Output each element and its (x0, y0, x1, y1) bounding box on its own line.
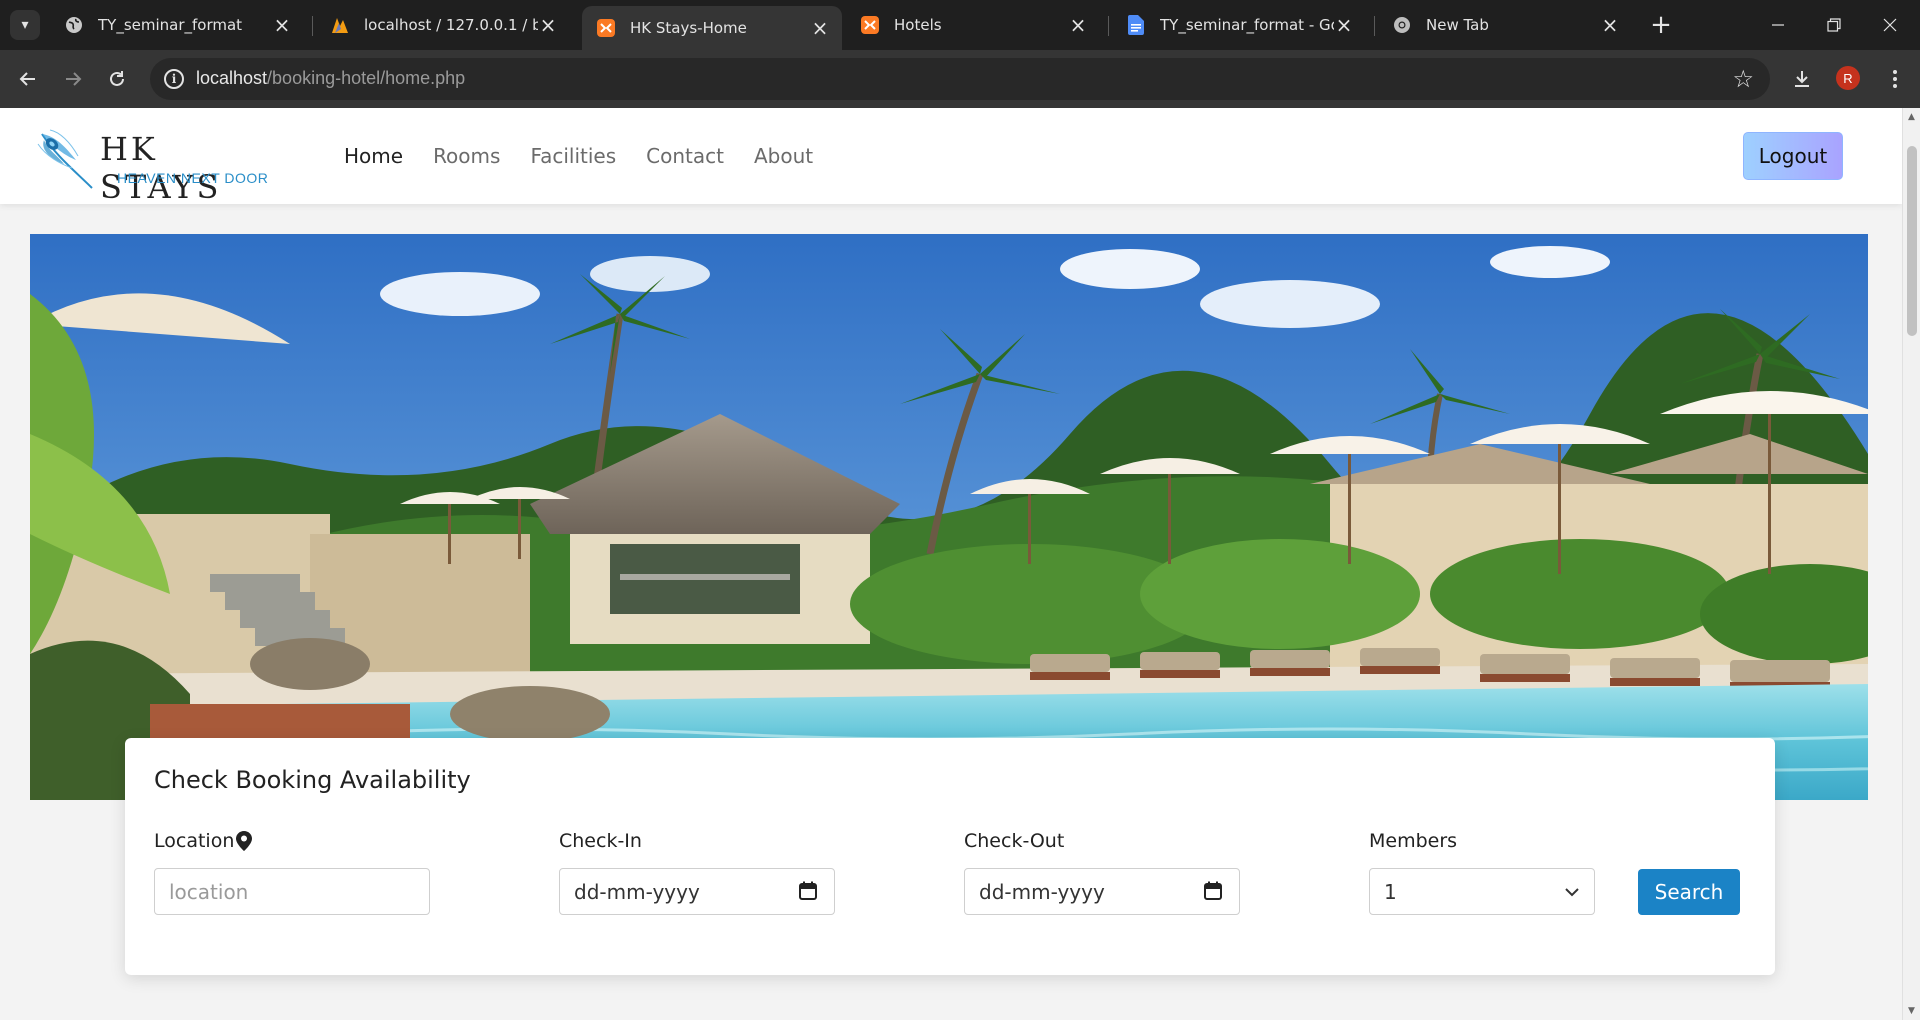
check-out-label: Check-Out (964, 830, 1065, 852)
scrollbar-thumb[interactable] (1907, 146, 1917, 336)
globe-icon (64, 15, 84, 35)
calendar-icon[interactable] (798, 881, 818, 901)
minimize-button[interactable] (1750, 0, 1806, 50)
tab-title: TY_seminar_format - Goog (1160, 16, 1334, 34)
members-select[interactable]: 1 (1369, 868, 1595, 915)
check-out-date-input[interactable]: dd-mm-yyyy (964, 868, 1240, 915)
tab-hotels[interactable]: Hotels × (846, 8, 1100, 42)
site-info-icon[interactable]: i (164, 69, 184, 89)
address-url: localhost/booking-hotel/home.php (196, 68, 465, 89)
calendar-icon[interactable] (1203, 881, 1223, 901)
arrow-right-icon (66, 72, 82, 86)
reload-icon (110, 71, 124, 86)
resort-pool-image (30, 234, 1868, 800)
peacock-feather-icon (37, 129, 93, 189)
new-tab-button[interactable]: + (1646, 10, 1676, 40)
booking-title: Check Booking Availability (154, 766, 471, 794)
chrome-icon (1392, 15, 1412, 35)
bookmark-star-icon[interactable]: ☆ (1732, 65, 1754, 93)
scroll-down-icon[interactable]: ▼ (1908, 1006, 1915, 1016)
page-scrollbar[interactable]: ▲ ▼ (1902, 108, 1920, 1020)
logout-button[interactable]: Logout (1743, 132, 1843, 180)
restore-button[interactable] (1806, 0, 1862, 50)
hero-banner-image (30, 234, 1868, 800)
tab-title: HK Stays-Home (630, 19, 747, 37)
close-icon (1883, 18, 1897, 32)
close-icon[interactable]: × (1068, 13, 1088, 37)
location-label: Location (154, 830, 253, 852)
xampp-icon (860, 15, 880, 35)
check-in-value: dd-mm-yyyy (574, 879, 700, 904)
members-value: 1 (1384, 879, 1397, 904)
close-icon[interactable]: × (538, 13, 558, 37)
profile-avatar[interactable]: R (1836, 66, 1860, 90)
phpmyadmin-icon (330, 15, 350, 35)
close-icon[interactable]: × (1334, 13, 1354, 37)
tab-title: TY_seminar_format (98, 16, 243, 34)
brand-logo[interactable]: HK STAYS HEAVEN NEXT DOOR (36, 126, 276, 206)
location-label-text: Location (154, 830, 235, 852)
browser-tabstrip: ▾ TY_seminar_format × localhost / 127.0.… (0, 0, 1920, 50)
nav-contact[interactable]: Contact (646, 144, 724, 168)
members-label: Members (1369, 830, 1458, 852)
check-out-value: dd-mm-yyyy (979, 879, 1105, 904)
xampp-icon (596, 18, 616, 38)
more-vertical-icon (1893, 70, 1897, 88)
brand-name: HK STAYS (100, 130, 222, 206)
chevron-down-icon: ▾ (21, 17, 29, 33)
browser-toolbar: i localhost/booking-hotel/home.php ☆ (0, 50, 1920, 108)
tab-new-tab[interactable]: New Tab × (1378, 8, 1632, 42)
main-menu: Home Rooms Facilities Contact About (344, 144, 813, 168)
check-in-date-input[interactable]: dd-mm-yyyy (559, 868, 835, 915)
tab-ty-seminar[interactable]: TY_seminar_format × (50, 8, 304, 42)
close-icon[interactable]: × (272, 13, 292, 37)
nav-facilities[interactable]: Facilities (530, 144, 616, 168)
close-icon[interactable]: × (1600, 13, 1620, 37)
back-button[interactable] (13, 64, 43, 94)
page-viewport: HK STAYS HEAVEN NEXT DOOR Home Rooms Fac… (0, 108, 1902, 1020)
booking-availability-card: Check Booking Availability Location loca… (125, 738, 1775, 975)
plus-icon: + (1650, 10, 1672, 40)
reload-button[interactable] (102, 64, 132, 94)
google-docs-icon (1126, 15, 1146, 35)
check-in-label: Check-In (559, 830, 642, 852)
tab-hk-stays-home[interactable]: HK Stays-Home × (582, 6, 842, 50)
location-input[interactable]: location (154, 868, 430, 915)
scroll-up-icon[interactable]: ▲ (1908, 112, 1915, 122)
tab-title: localhost / 127.0.0.1 / book (364, 16, 538, 34)
nav-rooms[interactable]: Rooms (433, 144, 500, 168)
tab-google-doc[interactable]: TY_seminar_format - Goog × (1112, 8, 1366, 42)
restore-icon (1827, 18, 1841, 32)
tab-search-button[interactable]: ▾ (10, 10, 40, 40)
nav-about[interactable]: About (754, 144, 813, 168)
site-navbar: HK STAYS HEAVEN NEXT DOOR Home Rooms Fac… (0, 108, 1902, 206)
tab-phpmyadmin[interactable]: localhost / 127.0.0.1 / book × (316, 8, 570, 42)
location-placeholder: location (169, 879, 249, 904)
tab-title: New Tab (1426, 16, 1489, 34)
browser-menu-button[interactable] (1880, 64, 1910, 94)
brand-tagline: HEAVEN NEXT DOOR (117, 170, 269, 186)
close-icon[interactable]: × (810, 16, 830, 40)
arrow-left-icon (19, 72, 35, 86)
address-host: localhost (196, 68, 268, 88)
nav-home[interactable]: Home (344, 144, 403, 168)
forward-button[interactable] (58, 64, 88, 94)
tab-title: Hotels (894, 16, 942, 34)
address-path: /booking-hotel/home.php (267, 68, 466, 88)
downloads-button[interactable] (1787, 64, 1817, 94)
close-window-button[interactable] (1862, 0, 1918, 50)
download-icon (1795, 71, 1809, 87)
address-bar[interactable]: i localhost/booking-hotel/home.php ☆ (150, 58, 1770, 100)
map-pin-icon (236, 831, 253, 851)
search-button[interactable]: Search (1638, 869, 1740, 915)
minimize-icon (1772, 24, 1784, 26)
chevron-down-icon (1565, 888, 1579, 897)
